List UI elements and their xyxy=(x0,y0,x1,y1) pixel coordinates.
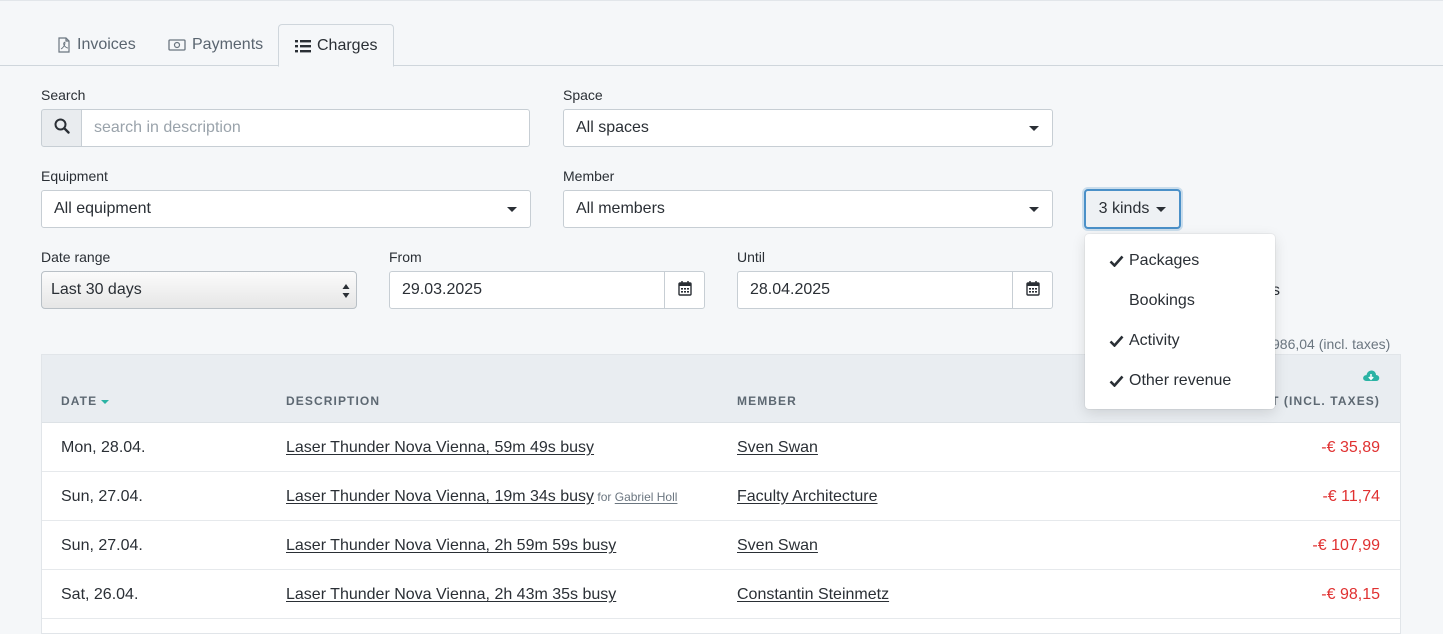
sort-desc-icon xyxy=(101,399,110,404)
menu-item-label: Packages xyxy=(1129,252,1200,269)
until-calendar-button[interactable] xyxy=(1012,271,1053,309)
equipment-label: Equipment xyxy=(41,168,108,184)
from-date-input[interactable]: 29.03.2025 xyxy=(389,271,665,309)
row-date: Sat, 26.04. xyxy=(61,586,139,603)
row-date: Sun, 27.04. xyxy=(61,537,143,554)
menu-item-label: Bookings xyxy=(1129,292,1195,309)
kinds-button-label: 3 kinds xyxy=(1098,200,1150,217)
tab-charges-label: Charges xyxy=(317,36,378,54)
equipment-select[interactable]: All equipment xyxy=(41,190,531,228)
chevron-down-icon xyxy=(507,206,517,212)
date-range-label: Date range xyxy=(41,249,111,265)
row-date: Mon, 28.04. xyxy=(61,439,146,456)
row-member-link[interactable]: Sven Swan xyxy=(737,537,818,554)
member-label: Member xyxy=(563,168,615,184)
tab-bar: Invoices Payments Charges xyxy=(0,0,1443,67)
from-date-value: 29.03.2025 xyxy=(402,281,483,298)
row-amount: -€ 35,89 xyxy=(1321,439,1380,456)
row-member-link[interactable]: Faculty Architecture xyxy=(737,488,878,505)
menu-item-label: Activity xyxy=(1129,332,1180,349)
menu-item-label: Other revenue xyxy=(1129,372,1232,389)
tab-invoices-label: Invoices xyxy=(77,36,136,53)
until-date-value: 28.04.2025 xyxy=(750,281,831,298)
member-column-header: MEMBER xyxy=(737,394,797,408)
chevron-down-icon xyxy=(1029,125,1039,131)
chevron-down-icon xyxy=(1029,206,1039,212)
cloud-download-icon[interactable] xyxy=(1362,369,1380,388)
up-down-arrows-icon xyxy=(342,283,350,304)
row-description-link[interactable]: Laser Thunder Nova Vienna, 59m 49s busy xyxy=(286,439,594,456)
check-icon xyxy=(1109,334,1124,352)
until-date-input[interactable]: 28.04.2025 xyxy=(737,271,1013,309)
table-row: Sun, 27.04. Laser Thunder Nova Vienna, 1… xyxy=(42,472,1400,521)
row-amount: -€ 11,74 xyxy=(1322,488,1380,505)
search-label: Search xyxy=(41,87,86,103)
equipment-select-value: All equipment xyxy=(54,200,151,217)
from-calendar-button[interactable] xyxy=(664,271,705,309)
tab-payments-label: Payments xyxy=(192,36,264,53)
search-addon xyxy=(41,109,82,147)
amount-column-header: T (INCL. TAXES) xyxy=(1271,394,1380,408)
file-pdf-icon xyxy=(57,37,71,53)
money-bill-icon xyxy=(168,38,186,52)
list-icon xyxy=(295,39,311,53)
row-description-link[interactable]: Laser Thunder Nova Vienna, 2h 43m 35s bu… xyxy=(286,586,616,603)
table-row: Sat, 26.04. Laser Thunder Nova Vienna, 2… xyxy=(42,570,1400,619)
tab-payments[interactable]: Payments xyxy=(152,24,279,66)
table-row: Mon, 28.04. Laser Thunder Nova Vienna, 5… xyxy=(42,423,1400,472)
date-range-value: Last 30 days xyxy=(51,281,142,298)
for-user-link[interactable]: Gabriel Holl xyxy=(615,490,678,504)
calendar-icon xyxy=(677,280,692,301)
table-row: Sun, 27.04. Laser Thunder Nova Vienna, 2… xyxy=(42,521,1400,570)
total-amount: 986,04 (incl. taxes) xyxy=(1272,336,1391,352)
space-select[interactable]: All spaces xyxy=(563,109,1053,147)
kinds-dropdown-menu: Packages Bookings Activity Other revenue xyxy=(1085,234,1275,409)
description-column-header: DESCRIPTION xyxy=(286,394,381,408)
search-icon xyxy=(54,118,70,139)
kinds-dropdown-button[interactable]: 3 kinds xyxy=(1084,189,1181,229)
menu-item-bookings[interactable]: Bookings xyxy=(1085,281,1275,321)
row-description-link[interactable]: Laser Thunder Nova Vienna, 2h 59m 59s bu… xyxy=(286,537,616,554)
calendar-icon xyxy=(1025,280,1040,301)
row-amount: -€ 98,15 xyxy=(1321,586,1380,603)
date-header-label: DATE xyxy=(61,394,98,408)
menu-item-other-revenue[interactable]: Other revenue xyxy=(1085,361,1275,401)
search-input[interactable] xyxy=(81,109,530,147)
row-member-link[interactable]: Sven Swan xyxy=(737,439,818,456)
for-label: for xyxy=(597,490,612,504)
member-select[interactable]: All members xyxy=(563,190,1053,228)
menu-item-packages[interactable]: Packages xyxy=(1085,241,1275,281)
space-select-value: All spaces xyxy=(576,119,649,136)
date-column-header[interactable]: DATE xyxy=(61,394,110,408)
row-date: Sun, 27.04. xyxy=(61,488,143,505)
space-label: Space xyxy=(563,87,603,103)
from-label: From xyxy=(389,249,422,265)
row-description-link[interactable]: Laser Thunder Nova Vienna, 19m 34s busy xyxy=(286,488,594,505)
chevron-down-icon xyxy=(1156,206,1167,212)
row-member-link[interactable]: Constantin Steinmetz xyxy=(737,586,889,603)
member-select-value: All members xyxy=(576,200,665,217)
row-amount: -€ 107,99 xyxy=(1312,537,1380,554)
check-icon xyxy=(1109,374,1124,392)
check-icon xyxy=(1109,254,1124,272)
date-range-select[interactable]: Last 30 days xyxy=(41,271,357,309)
until-label: Until xyxy=(737,249,766,265)
menu-item-activity[interactable]: Activity xyxy=(1085,321,1275,361)
tab-charges[interactable]: Charges xyxy=(278,24,395,67)
tab-invoices[interactable]: Invoices xyxy=(41,24,152,66)
